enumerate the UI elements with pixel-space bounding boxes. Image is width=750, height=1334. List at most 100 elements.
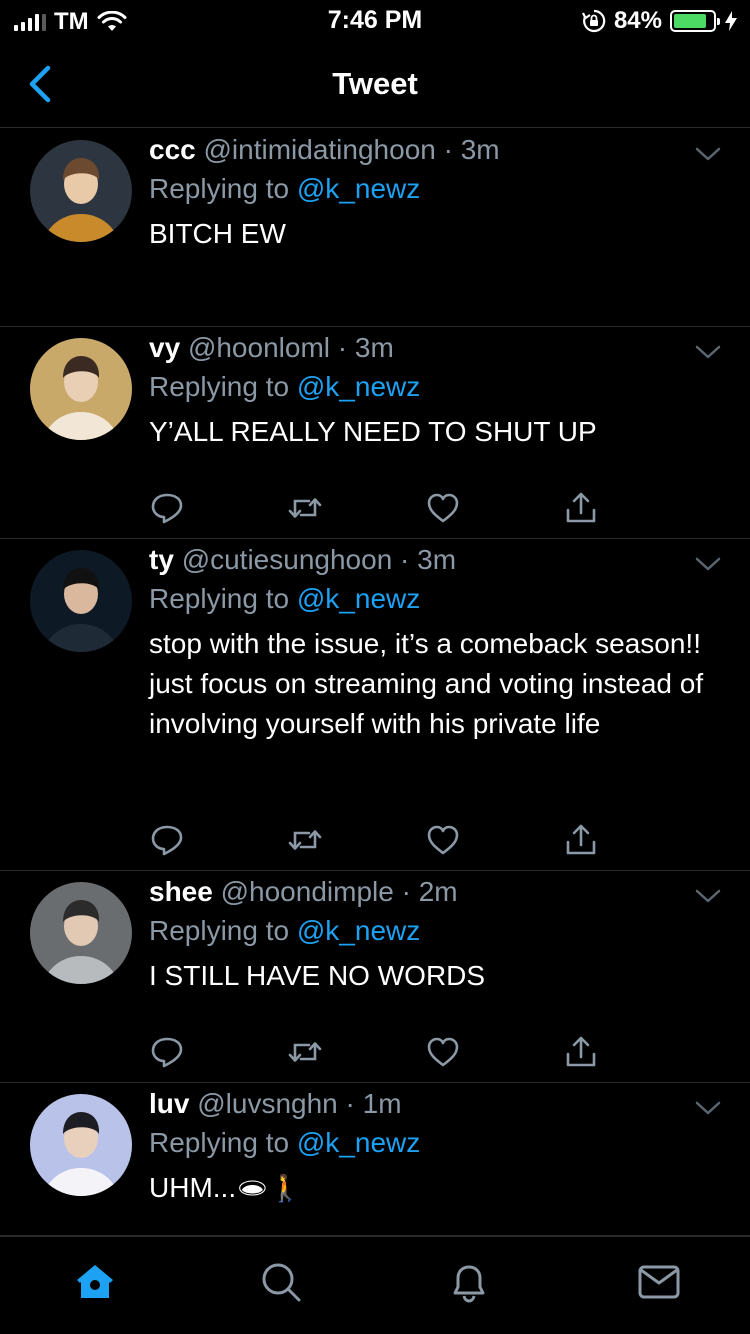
avatar[interactable] — [30, 338, 132, 440]
avatar[interactable] — [30, 1094, 132, 1196]
timestamp: 3m — [460, 134, 500, 165]
avatar[interactable] — [30, 140, 132, 242]
tab-messages[interactable] — [636, 1259, 682, 1305]
separator: · — [337, 332, 348, 363]
messages-icon — [638, 1265, 680, 1299]
mention-link[interactable]: @k_newz — [297, 583, 420, 614]
tweet-actions — [149, 822, 609, 858]
tweet-actions — [149, 1034, 609, 1070]
replying-to: Replying to @k_newz — [149, 370, 730, 404]
tweet[interactable]: ty @cutiesunghoon · 3m Replying to @k_ne… — [0, 539, 750, 871]
tweet-header: ty @cutiesunghoon · 3m — [149, 543, 730, 577]
emoji: 🕳🚶 — [236, 1173, 302, 1203]
like-icon[interactable] — [425, 822, 461, 858]
tweet-text: Y’ALL REALLY NEED TO SHUT UP — [149, 412, 730, 452]
handle[interactable]: @cutiesunghoon — [182, 544, 393, 575]
chevron-down-icon[interactable] — [694, 343, 722, 361]
replying-prefix: Replying to — [149, 915, 290, 946]
handle[interactable]: @hoondimple — [221, 876, 394, 907]
mention-link[interactable]: @k_newz — [297, 915, 420, 946]
tweet-text-content: stop with the issue, it’s a comeback sea… — [149, 628, 704, 739]
timestamp: 2m — [418, 876, 458, 907]
tweet-text-content: UHM... — [149, 1172, 237, 1203]
tweet-text: UHM...🕳🚶 — [149, 1168, 730, 1208]
tweet-text-content: I STILL HAVE NO WORDS — [149, 960, 486, 991]
tweet[interactable]: luv @luvsnghn · 1m Replying to @k_newz U… — [0, 1083, 750, 1236]
page-title: Tweet — [332, 66, 418, 101]
share-icon[interactable] — [563, 1034, 599, 1070]
tweet-body: ty @cutiesunghoon · 3m Replying to @k_ne… — [149, 543, 730, 744]
retweet-icon[interactable] — [287, 490, 323, 526]
tweet-header: vy @hoonloml · 3m — [149, 331, 730, 365]
chevron-down-icon[interactable] — [694, 145, 722, 163]
tweet[interactable]: vy @hoonloml · 3m Replying to @k_newz Y’… — [0, 327, 750, 539]
chevron-down-icon[interactable] — [694, 555, 722, 573]
mention-link[interactable]: @k_newz — [297, 371, 420, 402]
replying-prefix: Replying to — [149, 1127, 290, 1158]
retweet-icon[interactable] — [287, 822, 323, 858]
tweet-body: shee @hoondimple · 2m Replying to @k_new… — [149, 875, 730, 996]
tweet-header: luv @luvsnghn · 1m — [149, 1087, 730, 1121]
display-name[interactable]: shee — [149, 876, 213, 907]
home-icon — [77, 1265, 113, 1298]
tweet-body: luv @luvsnghn · 1m Replying to @k_newz U… — [149, 1087, 730, 1208]
replying-prefix: Replying to — [149, 371, 290, 402]
handle[interactable]: @intimidatinghoon — [204, 134, 436, 165]
tweet-text: I STILL HAVE NO WORDS — [149, 956, 730, 996]
replying-prefix: Replying to — [149, 583, 290, 614]
charging-bolt-icon — [725, 11, 737, 31]
replying-to: Replying to @k_newz — [149, 1126, 730, 1160]
tweet[interactable]: ccc @intimidatinghoon · 3m Replying to @… — [0, 129, 750, 327]
avatar[interactable] — [30, 882, 132, 984]
display-name[interactable]: ccc — [149, 134, 196, 165]
timestamp: 1m — [362, 1088, 402, 1119]
reply-icon[interactable] — [149, 822, 185, 858]
search-icon — [262, 1263, 301, 1302]
separator: · — [345, 1088, 355, 1119]
tab-bar — [0, 1236, 750, 1334]
status-bar: TM 7:46 PM 84% — [0, 0, 750, 40]
separator: · — [400, 544, 410, 575]
handle[interactable]: @hoonloml — [188, 332, 330, 363]
reply-icon[interactable] — [149, 490, 185, 526]
reply-icon[interactable] — [149, 1034, 185, 1070]
battery-icon — [670, 10, 720, 32]
chevron-down-icon[interactable] — [694, 887, 722, 905]
header: Tweet — [0, 40, 750, 128]
avatar[interactable] — [30, 550, 132, 652]
tweet-text-content: Y’ALL REALLY NEED TO SHUT UP — [149, 416, 597, 447]
chevron-down-icon[interactable] — [694, 1099, 722, 1117]
tweet-body: ccc @intimidatinghoon · 3m Replying to @… — [149, 133, 730, 254]
timestamp: 3m — [354, 332, 394, 363]
tweet[interactable]: shee @hoondimple · 2m Replying to @k_new… — [0, 871, 750, 1083]
like-icon[interactable] — [425, 1034, 461, 1070]
orientation-lock-icon — [581, 9, 606, 33]
tab-home[interactable] — [72, 1259, 118, 1305]
handle[interactable]: @luvsnghn — [197, 1088, 338, 1119]
tweet-text-content: BITCH EW — [149, 218, 286, 249]
tab-search[interactable] — [258, 1259, 304, 1305]
display-name[interactable]: luv — [149, 1088, 189, 1119]
tweet-actions — [149, 490, 609, 526]
retweet-icon[interactable] — [287, 1034, 323, 1070]
tweet-text: BITCH EW — [149, 214, 730, 254]
replying-to: Replying to @k_newz — [149, 582, 730, 616]
tweet-header: ccc @intimidatinghoon · 3m — [149, 133, 730, 167]
battery-percent: 84% — [613, 7, 662, 34]
notifications-icon — [453, 1265, 485, 1303]
status-right: 84% — [581, 7, 738, 35]
replying-to: Replying to @k_newz — [149, 172, 730, 206]
mention-link[interactable]: @k_newz — [297, 1127, 420, 1158]
share-icon[interactable] — [563, 490, 599, 526]
mention-link[interactable]: @k_newz — [297, 173, 420, 204]
display-name[interactable]: vy — [149, 332, 180, 363]
tweet-header: shee @hoondimple · 2m — [149, 875, 730, 909]
separator: · — [401, 876, 411, 907]
replying-prefix: Replying to — [149, 173, 290, 204]
separator: · — [443, 134, 453, 165]
share-icon[interactable] — [563, 822, 599, 858]
tweet-body: vy @hoonloml · 3m Replying to @k_newz Y’… — [149, 331, 730, 452]
display-name[interactable]: ty — [149, 544, 174, 575]
like-icon[interactable] — [425, 490, 461, 526]
tab-notifications[interactable] — [446, 1259, 492, 1305]
